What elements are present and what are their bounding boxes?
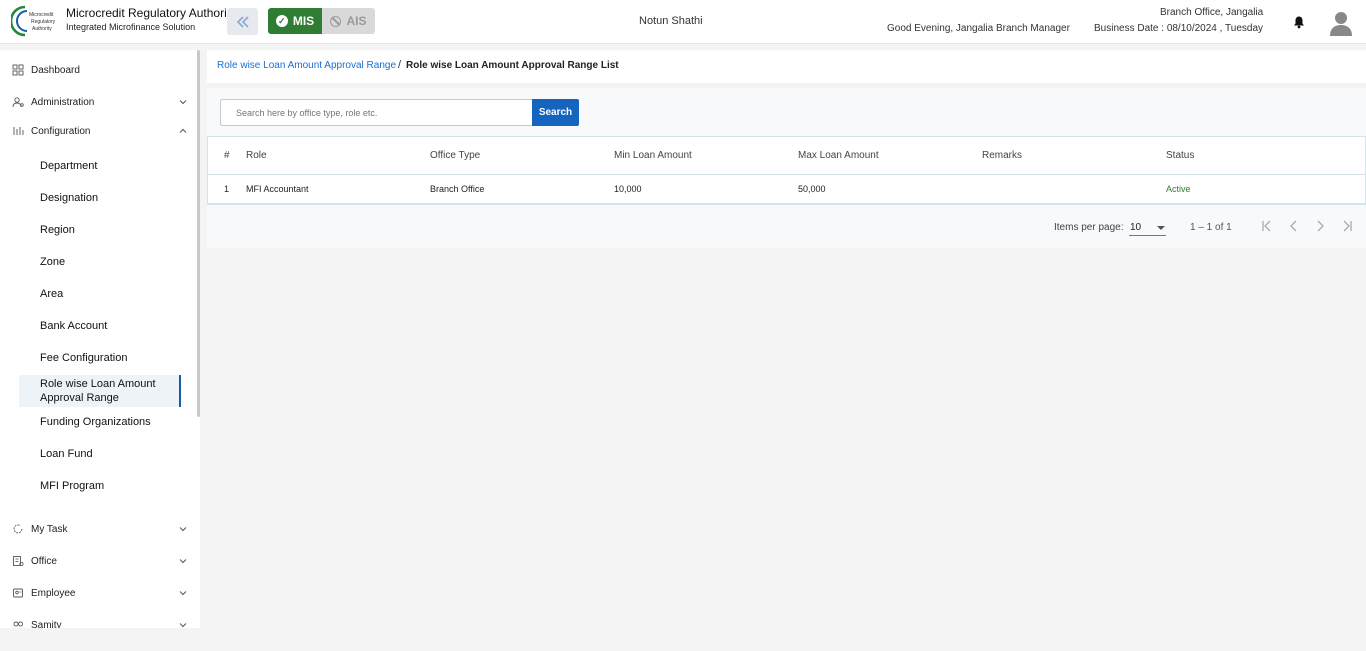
chevron-down-icon [179,100,187,105]
cell-min-loan: 10,000 [614,184,642,194]
user-avatar-icon[interactable] [1330,10,1352,36]
sidebar-sub-bank-account[interactable]: Bank Account [40,320,107,332]
items-per-page-value: 10 [1130,222,1142,233]
branch-name: Branch Office, Jangalia [1160,7,1264,18]
sidebar-sub-zone[interactable]: Zone [40,256,65,268]
chevron-down-icon [179,591,187,596]
sidebar-sub-department[interactable]: Department [40,160,97,172]
app-title: Notun Shathi [639,15,703,27]
paginator: Items per page: 10 1 – 1 of 1 [207,216,1366,238]
samity-icon [13,621,23,627]
sidebar-item-label: Samity [31,619,62,629]
sidebar-item-label: Employee [31,587,76,599]
mis-label: MIS [292,14,315,28]
column-header-office-type: Office Type [430,150,481,161]
sidebar-item-label: Administration [31,96,95,108]
column-header-status: Status [1166,150,1195,161]
logo-text-1: Microcredit [29,12,54,18]
sidebar-scrollbar[interactable] [197,50,200,417]
chevron-up-icon [179,128,187,133]
column-header-index: # [224,150,230,161]
double-chevron-left-icon [236,15,249,28]
sidebar-sub-area[interactable]: Area [40,288,63,300]
column-header-min-loan: Min Loan Amount [614,150,692,161]
sidebar-item-dashboard[interactable]: Dashboard [0,59,196,81]
table-row[interactable]: 1 MFI Accountant Branch Office 10,000 50… [208,175,1365,204]
caret-down-icon [1157,226,1165,230]
office-icon [13,556,24,567]
previous-page-icon[interactable] [1286,218,1302,234]
sidebar-sub-loan-fund[interactable]: Loan Fund [40,448,93,460]
status-badge: Active [1166,184,1191,194]
table-header: # Role Office Type Min Loan Amount Max L… [208,137,1365,175]
column-header-max-loan: Max Loan Amount [798,150,879,161]
approval-range-table: # Role Office Type Min Loan Amount Max L… [207,136,1366,205]
first-page-icon[interactable] [1259,218,1275,234]
breadcrumb: Role wise Loan Amount Approval Range / R… [207,50,1366,83]
page-range: 1 – 1 of 1 [1190,222,1232,233]
refresh-icon [13,524,23,534]
bell-icon[interactable] [1292,15,1306,29]
cell-role: MFI Accountant [246,184,309,194]
sidebar-sub-designation[interactable]: Designation [40,192,98,204]
grid-icon [12,64,24,76]
sidebar-item-label: Office [31,555,57,567]
search-input[interactable] [220,99,533,126]
sidebar-sub-role-wise-loan-range[interactable]: Role wise Loan Amount Approval Range [19,375,181,407]
cell-max-loan: 50,000 [798,184,826,194]
sidebar-sub-region[interactable]: Region [40,224,75,236]
sidebar-sub-fee-configuration[interactable]: Fee Configuration [40,352,127,364]
sidebar-sub-mfi-program[interactable]: MFI Program [40,480,104,492]
mra-logo: Microcredit Regulatory Authority [11,5,56,37]
list-card: Search # Role Office Type Min Loan Amoun… [207,88,1366,248]
ais-label: AIS [346,14,367,28]
sidebar-item-configuration[interactable]: Configuration [0,120,196,142]
ban-icon [330,15,342,27]
org-subtitle: Integrated Microfinance Solution [66,22,196,32]
cell-office-type: Branch Office [430,184,485,194]
column-header-role: Role [246,150,267,161]
sidebar-item-label: Dashboard [31,64,80,76]
sidebar-item-label: My Task [31,523,68,535]
sidebar-sub-funding-organizations[interactable]: Funding Organizations [40,416,151,428]
check-circle-icon: ✓ [275,15,288,27]
sidebar: Dashboard Administration Configuration D… [0,50,200,628]
employee-icon [13,588,23,598]
chevron-down-icon [179,527,187,532]
breadcrumb-separator: / [398,59,402,71]
logo-text-3: Authority [32,26,52,32]
mis-toggle[interactable]: ✓ MIS [268,8,322,34]
users-gear-icon [12,97,24,108]
org-name: Microcredit Regulatory Authority [66,6,237,20]
last-page-icon[interactable] [1339,218,1355,234]
search-button[interactable]: Search [532,99,579,126]
sort-icon [13,127,24,135]
top-header: Microcredit Regulatory Authority Microcr… [0,0,1366,44]
chevron-down-icon [179,559,187,564]
sidebar-collapse-button[interactable] [227,8,258,35]
sidebar-item-label: Configuration [31,125,91,137]
cell-index: 1 [224,184,230,194]
next-page-icon[interactable] [1312,218,1328,234]
column-header-remarks: Remarks [982,150,1023,161]
sidebar-item-administration[interactable]: Administration [0,91,196,113]
sidebar-item-samity[interactable]: Samity [0,614,196,628]
sidebar-item-office[interactable]: Office [0,550,196,572]
sidebar-sub-label: Role wise Loan Amount Approval Range [40,378,156,404]
ais-toggle[interactable]: AIS [322,8,375,34]
sidebar-item-employee[interactable]: Employee [0,582,196,604]
sidebar-item-my-task[interactable]: My Task [0,518,196,540]
items-per-page-select[interactable]: 10 [1129,218,1166,236]
chevron-down-icon [179,623,187,628]
greeting-text: Good Evening, Jangalia Branch Manager [887,23,1070,34]
module-switch: ✓ MIS AIS [268,8,375,34]
breadcrumb-current: Role wise Loan Amount Approval Range Lis… [406,60,619,71]
breadcrumb-link[interactable]: Role wise Loan Amount Approval Range [217,60,396,71]
logo-text-2: Regulatory [31,19,56,25]
business-date: Business Date : 08/10/2024 , Tuesday [1094,23,1263,34]
items-per-page-label: Items per page: [1054,222,1124,233]
